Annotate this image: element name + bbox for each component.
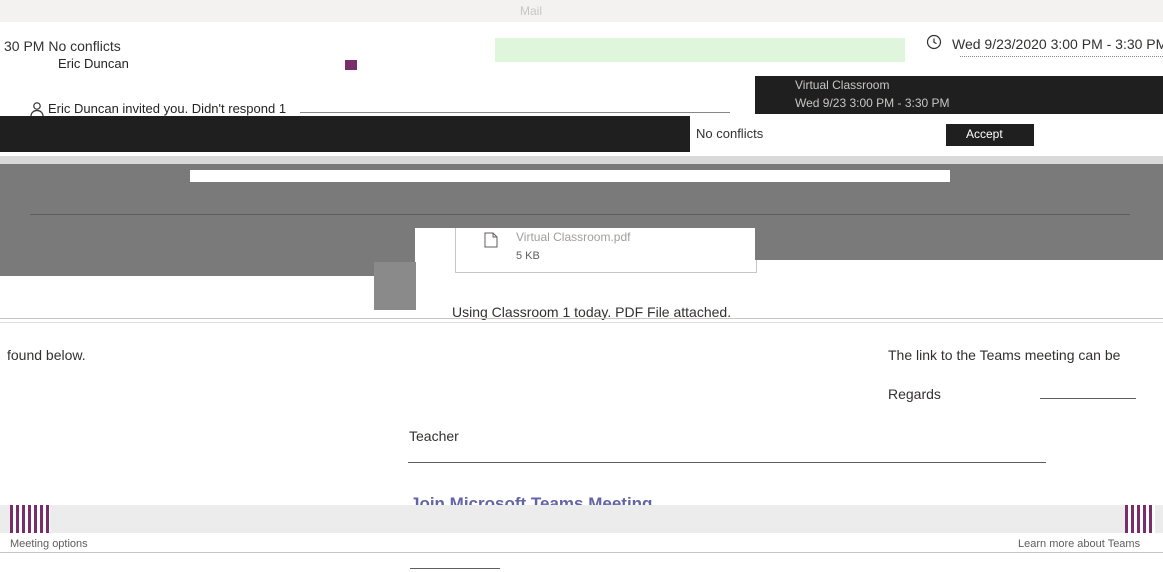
footer-bar	[0, 505, 1163, 533]
band-window	[190, 170, 950, 182]
accept-button-label: Accept	[966, 127, 1003, 141]
status-highlight	[495, 38, 905, 62]
signature-role: Teacher	[409, 428, 459, 444]
accept-button[interactable]: Accept	[946, 124, 1034, 146]
conflict-status: 30 PM No conflicts	[4, 38, 121, 54]
attachment-size: 5 KB	[516, 250, 540, 262]
regards-text: Regards	[888, 386, 941, 402]
clock-icon	[926, 34, 942, 50]
invite-divider	[300, 112, 730, 113]
side-panel-header: Virtual Classroom Wed 9/23 3:00 PM - 3:3…	[755, 76, 1163, 114]
meeting-options-link[interactable]: Meeting options	[10, 538, 88, 550]
first-line-rule	[0, 318, 1163, 319]
left-gray-step	[374, 262, 416, 310]
attachment-name: Virtual Classroom.pdf	[516, 230, 631, 244]
no-conflicts-label: No conflicts	[696, 126, 764, 141]
side-panel-time: Wed 9/23 3:00 PM - 3:30 PM	[795, 96, 950, 110]
top-strip-text: Mail	[520, 4, 543, 18]
toolbar-dark	[0, 116, 690, 152]
side-panel-title: Virtual Classroom	[795, 78, 890, 92]
stripe-left	[10, 505, 50, 533]
flag-icon	[345, 60, 357, 70]
intro-start: The link to the Teams meeting can be	[888, 347, 1121, 363]
right-gray-block	[755, 228, 1163, 260]
intro-end: found below.	[7, 347, 86, 363]
stripe-right	[1125, 505, 1155, 533]
first-line-rule-2	[0, 322, 1163, 323]
dotted-underline	[960, 56, 1163, 58]
invite-status: Eric Duncan invited you. Didn't respond …	[48, 101, 287, 116]
left-gray-block	[0, 228, 415, 276]
organizer-underline	[20, 68, 420, 71]
footer-rule	[0, 552, 1163, 553]
band-gray-2	[0, 184, 1163, 228]
top-strip: Mail	[0, 0, 1163, 22]
signature-divider	[408, 462, 1046, 463]
attachment-card[interactable]: Virtual Classroom.pdf 5 KB	[455, 228, 757, 273]
pdf-file-icon	[484, 232, 498, 248]
meeting-date-range: Wed 9/23/2020 3:00 PM - 3:30 PM	[952, 36, 1163, 52]
regards-rule	[1040, 398, 1136, 399]
divider	[900, 0, 910, 22]
learn-more-link[interactable]: Learn more about Teams	[1018, 538, 1140, 550]
footer-rule-2	[410, 568, 500, 569]
band-line	[30, 214, 1130, 215]
band-light	[0, 156, 1163, 164]
